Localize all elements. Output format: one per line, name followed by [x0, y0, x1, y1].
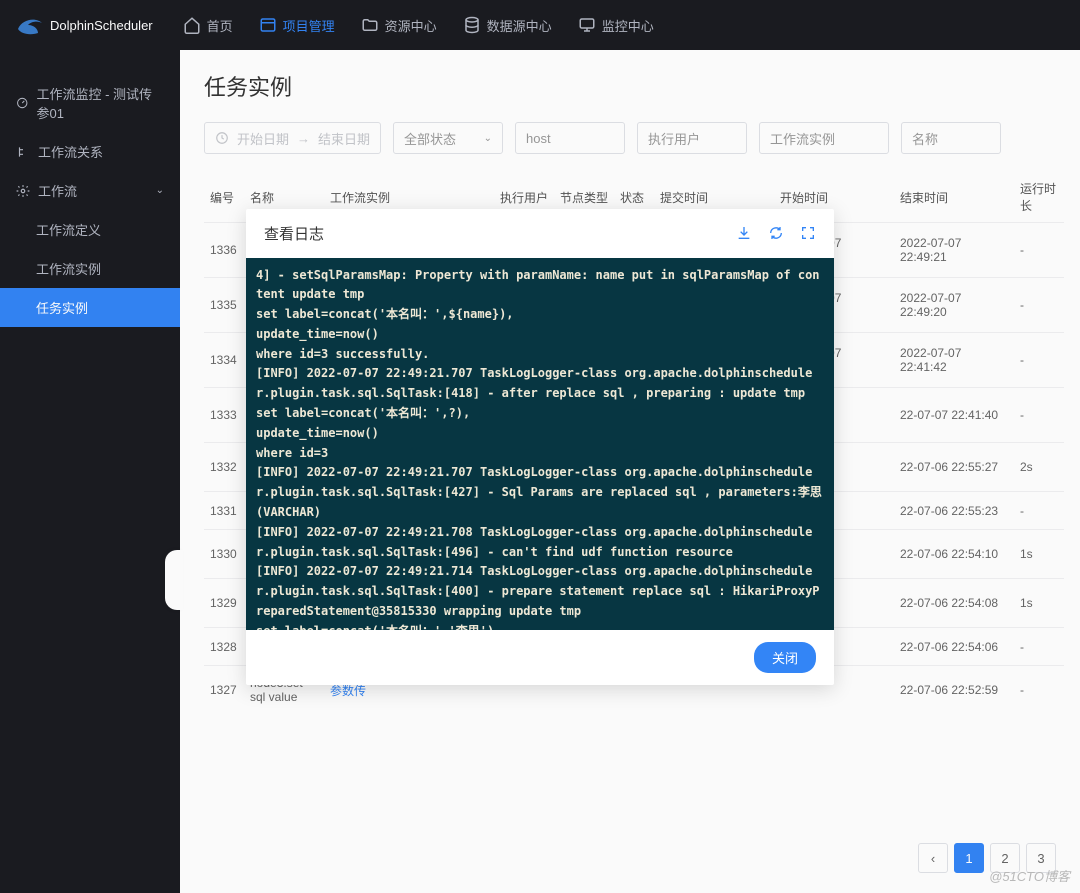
modal-actions [736, 225, 816, 241]
modal-footer: 关闭 [246, 630, 834, 685]
log-content[interactable]: 4] - setSqlParamsMap: Property with para… [246, 258, 834, 630]
fullscreen-icon[interactable] [800, 225, 816, 241]
modal-header: 查看日志 [246, 209, 834, 258]
refresh-icon[interactable] [768, 225, 784, 241]
log-modal: 查看日志 4] - setSqlParamsMap: Property with… [246, 209, 834, 685]
modal-mask: 查看日志 4] - setSqlParamsMap: Property with… [0, 0, 1080, 893]
download-icon[interactable] [736, 225, 752, 241]
close-button[interactable]: 关闭 [754, 642, 816, 673]
modal-title: 查看日志 [264, 223, 324, 244]
watermark: @51CTO博客 [989, 866, 1070, 885]
